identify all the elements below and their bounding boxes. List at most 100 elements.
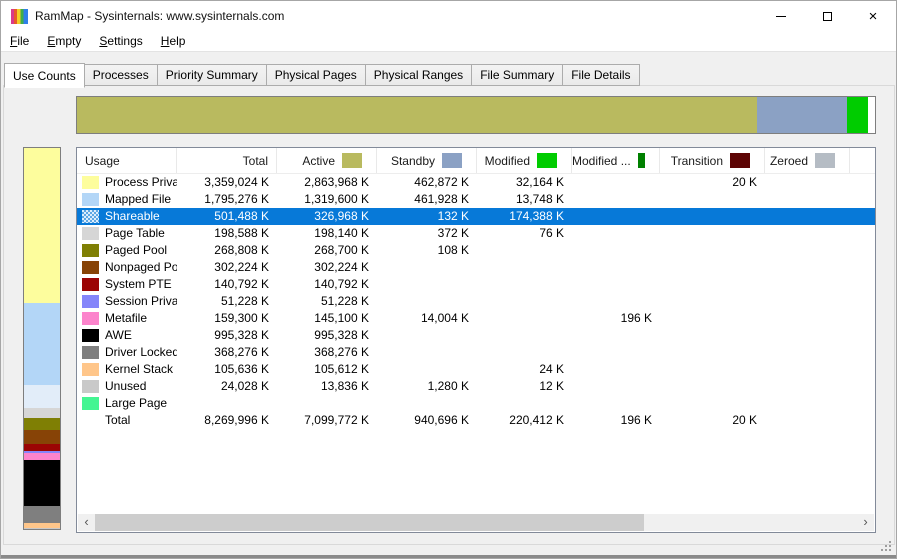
value-cell	[377, 259, 477, 276]
column-header-6-transition[interactable]: Transition	[660, 148, 765, 173]
table-row-paged-pool[interactable]: Paged Pool268,808 K268,700 K108 K	[77, 242, 875, 259]
value-cell	[477, 344, 572, 361]
maximize-icon	[823, 12, 832, 21]
value-cell	[660, 242, 765, 259]
usage-label: Shareable	[105, 208, 160, 225]
value-cell: 140,792 K	[277, 276, 377, 293]
table-row-system-pte[interactable]: System PTE140,792 K140,792 K	[77, 276, 875, 293]
column-label: Standby	[391, 154, 435, 168]
value-cell: 198,140 K	[277, 225, 377, 242]
value-cell	[765, 327, 850, 344]
table-row-nonpaged-pool[interactable]: Nonpaged Pool302,224 K302,224 K	[77, 259, 875, 276]
table-row-driver-locked[interactable]: Driver Locked368,276 K368,276 K	[77, 344, 875, 361]
table-row-unused[interactable]: Unused24,028 K13,836 K1,280 K12 K	[77, 378, 875, 395]
usage-label: Nonpaged Pool	[105, 259, 177, 276]
memory-bar-segment-process-private	[24, 148, 60, 303]
horizontal-scrollbar[interactable]: ‹ ›	[78, 514, 874, 531]
value-cell	[572, 327, 660, 344]
menu-item-empty[interactable]: Empty	[38, 31, 90, 52]
value-cell: 1,319,600 K	[277, 191, 377, 208]
table-row-kernel-stack[interactable]: Kernel Stack105,636 K105,612 K24 K	[77, 361, 875, 378]
menu-item-settings[interactable]: Settings	[90, 31, 151, 52]
column-header-7-zeroed[interactable]: Zeroed	[765, 148, 850, 173]
usage-cell: AWE	[77, 327, 177, 344]
usage-label: Session Private	[105, 293, 177, 310]
tab-physical-pages[interactable]: Physical Pages	[266, 64, 366, 86]
usage-cell: Page Table	[77, 225, 177, 242]
table-row-shareable[interactable]: Shareable501,488 K326,968 K132 K174,388 …	[77, 208, 875, 225]
value-cell	[765, 395, 850, 412]
value-cell: 159,300 K	[177, 310, 277, 327]
usage-swatch	[82, 261, 99, 274]
minimize-icon	[776, 16, 786, 17]
usage-label: AWE	[105, 327, 132, 344]
transition-color-swatch	[730, 153, 750, 168]
column-header-5-modified[interactable]: Modified ...	[572, 148, 660, 173]
standby-color-swatch	[442, 153, 462, 168]
tab-priority-summary[interactable]: Priority Summary	[157, 64, 267, 86]
memory-bar-segment-paged-pool	[24, 418, 60, 431]
scroll-right-arrow[interactable]: ›	[857, 514, 874, 531]
scroll-left-arrow[interactable]: ‹	[78, 514, 95, 531]
usage-cell: Process Private	[77, 174, 177, 191]
table-body: Process Private3,359,024 K2,863,968 K462…	[77, 174, 875, 429]
column-header-2-active[interactable]: Active	[277, 148, 377, 173]
menu-item-help[interactable]: Help	[152, 31, 195, 52]
usage-cell: Metafile	[77, 310, 177, 327]
value-cell	[477, 395, 572, 412]
value-cell: 501,488 K	[177, 208, 277, 225]
value-cell	[765, 259, 850, 276]
value-cell	[660, 293, 765, 310]
usage-cell: Unused	[77, 378, 177, 395]
close-button[interactable]: ×	[850, 1, 896, 31]
value-cell: 13,836 K	[277, 378, 377, 395]
menu-item-file[interactable]: File	[1, 31, 38, 52]
tab-physical-ranges[interactable]: Physical Ranges	[365, 64, 472, 86]
rammap-window: RamMap - Sysinternals: www.sysinternals.…	[0, 0, 897, 559]
value-cell	[765, 276, 850, 293]
usage-label: Page Table	[105, 225, 165, 242]
tab-file-details[interactable]: File Details	[562, 64, 639, 86]
maximize-button[interactable]	[804, 1, 850, 31]
table-row-awe[interactable]: AWE995,328 K995,328 K	[77, 327, 875, 344]
modified-color-swatch	[537, 153, 557, 168]
zeroed-color-swatch	[815, 153, 835, 168]
value-cell	[765, 310, 850, 327]
table-row-total[interactable]: Total8,269,996 K7,099,772 K940,696 K220,…	[77, 412, 875, 429]
value-cell: 995,328 K	[177, 327, 277, 344]
usage-swatch	[82, 210, 99, 223]
value-cell	[765, 191, 850, 208]
window-bottom-border	[1, 555, 896, 558]
column-header-0-usage[interactable]: Usage	[77, 148, 177, 173]
table-row-large-page[interactable]: Large Page	[77, 395, 875, 412]
usage-cell: Nonpaged Pool	[77, 259, 177, 276]
column-header-3-standby[interactable]: Standby	[377, 148, 477, 173]
value-cell: 13,748 K	[477, 191, 572, 208]
value-cell	[765, 174, 850, 191]
resize-grip[interactable]	[881, 541, 892, 552]
table-row-mapped-file[interactable]: Mapped File1,795,276 K1,319,600 K461,928…	[77, 191, 875, 208]
value-cell	[572, 225, 660, 242]
minimize-button[interactable]	[758, 1, 804, 31]
table-row-session-private[interactable]: Session Private51,228 K51,228 K	[77, 293, 875, 310]
tab-processes[interactable]: Processes	[84, 64, 158, 86]
value-cell	[477, 242, 572, 259]
table-row-page-table[interactable]: Page Table198,588 K198,140 K372 K76 K	[77, 225, 875, 242]
column-header-4-modified[interactable]: Modified	[477, 148, 572, 173]
table-row-metafile[interactable]: Metafile159,300 K145,100 K14,004 K196 K	[77, 310, 875, 327]
value-cell: 372 K	[377, 225, 477, 242]
usage-swatch	[82, 346, 99, 359]
value-cell: 940,696 K	[377, 412, 477, 429]
modified-color-swatch	[638, 153, 645, 168]
scrollbar-track[interactable]	[95, 514, 857, 531]
column-header-1-total[interactable]: Total	[177, 148, 277, 173]
tab-use-counts[interactable]: Use Counts	[4, 63, 85, 88]
usage-label: Total	[105, 412, 130, 429]
value-cell	[765, 378, 850, 395]
scrollbar-thumb[interactable]	[95, 514, 644, 531]
value-cell: 220,412 K	[477, 412, 572, 429]
value-cell: 368,276 K	[277, 344, 377, 361]
tab-file-summary[interactable]: File Summary	[471, 64, 563, 86]
usage-label: Large Page	[105, 395, 167, 412]
table-row-process-private[interactable]: Process Private3,359,024 K2,863,968 K462…	[77, 174, 875, 191]
